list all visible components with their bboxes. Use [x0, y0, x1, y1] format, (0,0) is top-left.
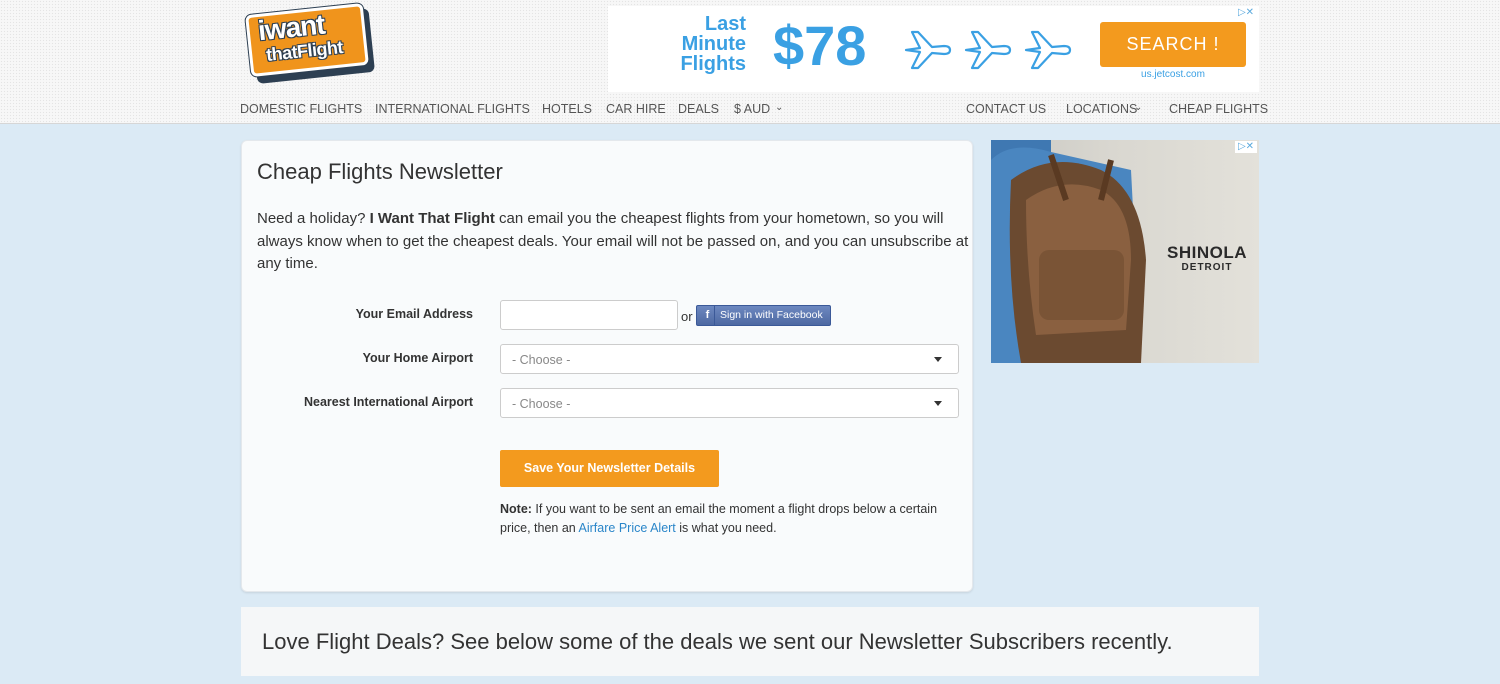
- email-label: Your Email Address: [355, 307, 473, 321]
- newsletter-card: Cheap Flights Newsletter Need a holiday?…: [241, 140, 973, 592]
- facebook-signin-label: Sign in with Facebook: [720, 309, 823, 321]
- home-airport-label: Your Home Airport: [362, 351, 473, 365]
- home-airport-value: - Choose -: [512, 353, 571, 367]
- intl-airport-select[interactable]: - Choose -: [500, 388, 959, 418]
- intro-text: Need a holiday? I Want That Flight can e…: [257, 210, 969, 272]
- brand-name: I Want That Flight: [369, 210, 495, 227]
- note-prefix: Note:: [500, 502, 532, 516]
- nav-contact-us[interactable]: CONTACT US: [966, 101, 1046, 117]
- ad-brand: SHINOLA: [1167, 243, 1247, 262]
- intl-airport-label: Nearest International Airport: [303, 395, 473, 409]
- ad-price: $78: [773, 14, 867, 77]
- recent-deals-banner: Love Flight Deals? See below some of the…: [241, 607, 1259, 676]
- chevron-down-icon: ⌄: [1134, 102, 1143, 113]
- nav-domestic-flights[interactable]: DOMESTIC FLIGHTS: [240, 101, 362, 117]
- ad-search-button[interactable]: SEARCH !: [1100, 22, 1246, 67]
- nav-deals[interactable]: DEALS: [678, 101, 719, 117]
- airplane-icons: [904, 24, 1074, 81]
- chevron-down-icon: ⌄: [775, 102, 784, 113]
- caret-down-icon: [934, 401, 942, 406]
- or-text: or: [681, 309, 693, 324]
- page-title: Cheap Flights Newsletter: [257, 159, 503, 184]
- nav-international-flights[interactable]: INTERNATIONAL FLIGHTS: [375, 101, 530, 117]
- ad-brand-city: DETROIT: [1181, 262, 1233, 273]
- save-newsletter-button[interactable]: Save Your Newsletter Details: [500, 450, 719, 487]
- nav-cheap-flights[interactable]: CHEAP FLIGHTS: [1169, 101, 1268, 117]
- nav-hotels[interactable]: HOTELS: [542, 101, 592, 117]
- ad-headline: Last Minute Flights: [680, 13, 746, 75]
- adchoices-icon[interactable]: ▷✕: [1235, 7, 1257, 19]
- recent-deals-heading: Love Flight Deals? See below some of the…: [262, 629, 1173, 654]
- site-header: iwant thatFlight Last Minute Flights $78…: [0, 0, 1500, 124]
- home-airport-select[interactable]: - Choose -: [500, 344, 959, 374]
- top-ad-banner[interactable]: Last Minute Flights $78 SEARCH ! us.jetc…: [608, 6, 1259, 92]
- facebook-signin-button[interactable]: f Sign in with Facebook: [696, 305, 831, 326]
- ad-domain: us.jetcost.com: [1141, 69, 1205, 80]
- nav-currency[interactable]: $ AUD: [734, 101, 770, 117]
- site-logo[interactable]: iwant thatFlight: [244, 3, 376, 84]
- note-text: Note: If you want to be sent an email th…: [500, 502, 938, 535]
- intl-airport-value: - Choose -: [512, 397, 571, 411]
- airfare-price-alert-link[interactable]: Airfare Price Alert: [579, 521, 676, 535]
- nav-locations[interactable]: LOCATIONS: [1066, 101, 1137, 117]
- side-ad[interactable]: SHINOLA DETROIT ▷✕: [991, 140, 1259, 363]
- caret-down-icon: [934, 357, 942, 362]
- nav-car-hire[interactable]: CAR HIRE: [606, 101, 666, 117]
- adchoices-icon[interactable]: ▷✕: [1235, 141, 1257, 153]
- facebook-icon: f: [701, 306, 715, 325]
- email-field[interactable]: [500, 300, 678, 330]
